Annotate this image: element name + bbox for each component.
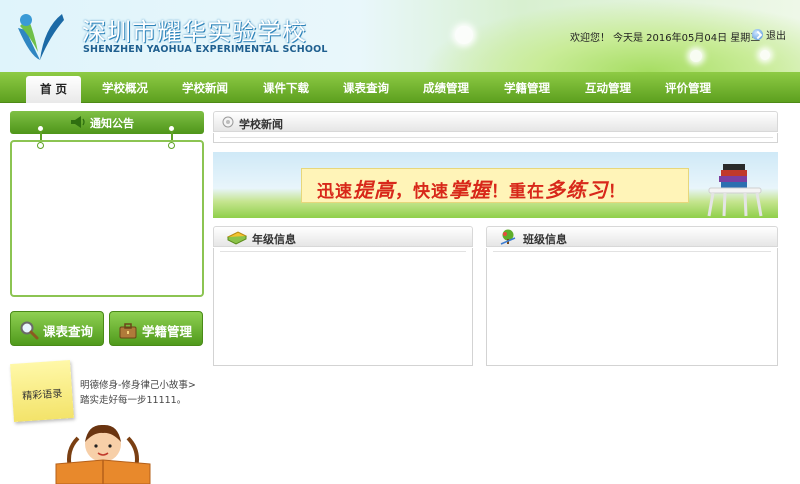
reading-girl-illustration <box>55 424 151 484</box>
flower-decoration <box>760 50 770 60</box>
enrollment-quick-label: 学籍管理 <box>142 324 193 339</box>
nav-item-timetable[interactable]: 课表查询 <box>335 72 397 103</box>
timetable-quick-button[interactable]: 课表查询 <box>10 311 104 346</box>
class-title: 班级信息 <box>523 233 567 246</box>
quote-link[interactable]: 踏实走好每一步11111。 <box>80 392 186 406</box>
pin-decoration <box>168 142 175 149</box>
slogan-banner: 迅速提高，快速掌握！重在多练习！ <box>213 152 778 218</box>
slogan-emphasis: 提高 <box>353 178 395 202</box>
quotes-label: 精彩语录 <box>21 388 63 403</box>
briefcase-icon <box>119 323 137 339</box>
nav-item-news[interactable]: 学校新闻 <box>174 72 236 103</box>
divider <box>220 137 773 138</box>
nav-item-evaluation[interactable]: 评价管理 <box>657 72 719 103</box>
slogan-emphasis: 掌握 <box>449 178 491 202</box>
notice-title: 通知公告 <box>90 117 134 130</box>
books-stool-illustration <box>707 164 763 217</box>
nav-item-interaction[interactable]: 互动管理 <box>577 72 639 103</box>
quotes-sticky-note: 精彩语录 <box>10 359 74 423</box>
news-panel-body <box>213 133 778 143</box>
tree-icon <box>500 229 516 245</box>
slogan-emphasis: 多练习 <box>545 178 608 202</box>
pin-decoration <box>168 125 175 132</box>
news-title: 学校新闻 <box>239 118 283 131</box>
enrollment-quick-button[interactable]: 学籍管理 <box>109 311 203 346</box>
welcome-text: 欢迎您！ <box>570 33 610 44</box>
grade-panel-body <box>213 248 473 366</box>
speaker-icon <box>71 116 85 128</box>
school-name-en: SHENZHEN YAOHUA EXPERIMENTAL SCHOOL <box>83 44 328 55</box>
divider <box>493 251 771 252</box>
banner-slogan: 迅速提高，快速掌握！重在多练习！ <box>317 174 626 203</box>
main-nav: 首 页 学校概况 学校新闻 课件下载 课表查询 成绩管理 学籍管理 互动管理 评… <box>0 72 800 103</box>
timetable-quick-label: 课表查询 <box>43 324 94 339</box>
logout-icon <box>752 29 763 40</box>
notice-content-box <box>10 140 204 297</box>
date-text: 今天是 2016年05月04日 星期三 <box>613 33 761 44</box>
magnifier-icon <box>20 321 39 340</box>
flower-decoration <box>455 26 473 44</box>
slogan-part: ，快速 <box>395 182 449 202</box>
slogan-part: ！ <box>608 182 626 202</box>
slogan-part: 迅速 <box>317 182 353 202</box>
pin-decoration <box>37 125 44 132</box>
class-panel-header: 班级信息 <box>486 226 778 247</box>
logout-link[interactable]: 退出 <box>752 27 786 42</box>
nav-item-home[interactable]: 首 页 <box>26 76 81 103</box>
slogan-part: ！重在 <box>491 182 545 202</box>
grade-panel-header: 年级信息 <box>213 226 473 247</box>
logout-label: 退出 <box>766 31 786 42</box>
pin-decoration <box>37 142 44 149</box>
flower-decoration <box>690 50 702 62</box>
news-panel-header: 学校新闻 <box>213 111 778 132</box>
grade-title: 年级信息 <box>252 233 296 246</box>
nav-item-overview[interactable]: 学校概况 <box>94 72 156 103</box>
nav-item-enrollment[interactable]: 学籍管理 <box>496 72 558 103</box>
nav-item-courseware[interactable]: 课件下载 <box>255 72 317 103</box>
quote-link[interactable]: 明德修身-修身律己小故事> <box>80 377 196 391</box>
class-panel-body <box>486 248 778 366</box>
book-icon <box>226 231 248 245</box>
divider <box>220 251 466 252</box>
school-name-cn: 深圳市耀华实验学校 <box>82 18 307 46</box>
logo-icon <box>18 14 64 60</box>
nav-item-grades[interactable]: 成绩管理 <box>415 72 477 103</box>
radio-icon <box>222 116 234 128</box>
header: 深圳市耀华实验学校 SHENZHEN YAOHUA EXPERIMENTAL S… <box>0 0 800 72</box>
